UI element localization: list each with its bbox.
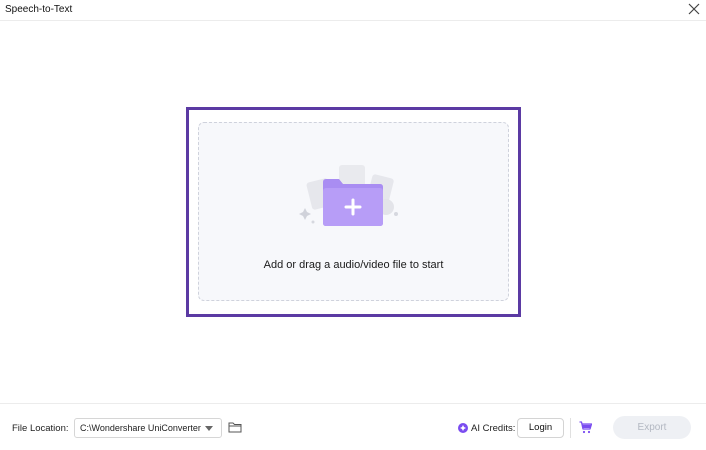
window-title: Speech-to-Text	[5, 4, 73, 15]
footer-divider	[570, 418, 571, 438]
file-location-value: C:\Wondershare UniConverter	[80, 423, 201, 433]
file-location-label: File Location:	[12, 423, 69, 434]
login-button[interactable]: Login	[517, 418, 564, 438]
folder-plus-icon[interactable]	[299, 160, 404, 230]
close-icon[interactable]	[688, 3, 700, 15]
dropzone-prompt: Add or drag a audio/video file to start	[263, 259, 444, 271]
cart-icon[interactable]	[579, 421, 592, 434]
title-bar: Speech-to-Text	[0, 0, 706, 21]
export-button[interactable]: Export	[613, 416, 691, 439]
chevron-down-icon	[205, 426, 213, 431]
ai-credits-label: AI Credits:	[471, 423, 516, 434]
file-location-select[interactable]: C:\Wondershare UniConverter	[74, 418, 222, 438]
open-folder-icon[interactable]	[228, 421, 242, 433]
ai-credits-icon	[458, 423, 468, 433]
